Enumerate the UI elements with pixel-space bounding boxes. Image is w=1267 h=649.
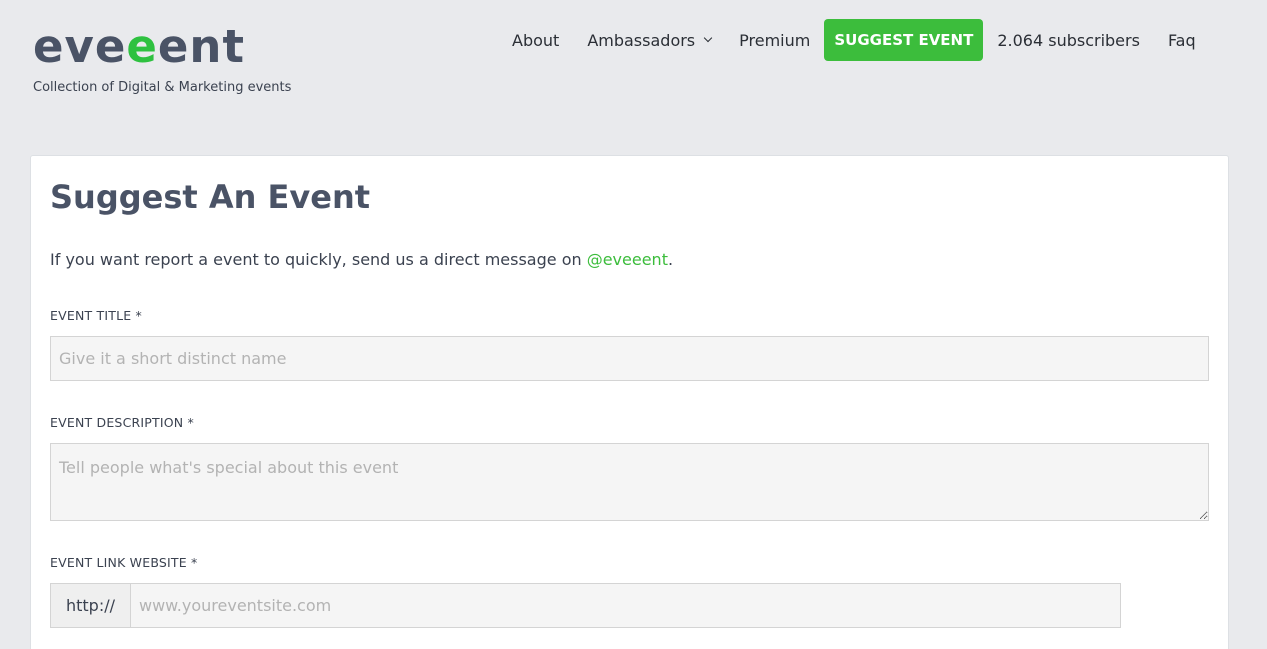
intro-text-end: . xyxy=(667,250,674,269)
twitter-handle-link[interactable]: @eveeent xyxy=(587,250,668,269)
page-title: Suggest An Event xyxy=(50,178,371,216)
event-link-input[interactable] xyxy=(130,583,1121,628)
nav-about-label: About xyxy=(512,30,560,50)
chevron-down-icon xyxy=(703,33,713,43)
nav-about[interactable]: About xyxy=(498,31,573,50)
nav-faq-label: Faq xyxy=(1167,30,1196,50)
event-description-input[interactable] xyxy=(50,443,1209,521)
nav-faq[interactable]: Faq xyxy=(1154,31,1210,50)
nav-ambassadors-label: Ambassadors xyxy=(587,30,696,50)
nav-premium[interactable]: Premium xyxy=(725,31,824,50)
main-nav: About Ambassadors Premium SUGGEST EVENT … xyxy=(498,19,1210,61)
suggest-event-button[interactable]: SUGGEST EVENT xyxy=(824,19,984,61)
nav-subscribers[interactable]: 2.064 subscribers xyxy=(983,31,1154,50)
site-tagline: Collection of Digital & Marketing events xyxy=(33,80,292,95)
logo-text-part1: eve xyxy=(33,20,127,73)
logo-text-part3: ent xyxy=(157,20,245,73)
url-prefix-addon: http:// xyxy=(50,583,131,628)
site-logo[interactable]: eveeent xyxy=(33,20,245,74)
logo-text-accent: e xyxy=(126,20,158,73)
nav-subscribers-label: 2.064 subscribers xyxy=(997,30,1140,50)
intro-text-body: If you want report a event to quickly, s… xyxy=(50,250,587,269)
event-link-label: EVENT LINK WEBSITE * xyxy=(50,555,198,570)
event-title-input[interactable] xyxy=(50,336,1209,381)
suggest-event-card: Suggest An Event If you want report a ev… xyxy=(30,155,1229,649)
nav-ambassadors[interactable]: Ambassadors xyxy=(573,31,725,50)
event-description-label: EVENT DESCRIPTION * xyxy=(50,415,194,430)
nav-premium-label: Premium xyxy=(739,30,811,50)
intro-text: If you want report a event to quickly, s… xyxy=(50,250,673,269)
event-title-label: EVENT TITLE * xyxy=(50,308,142,323)
